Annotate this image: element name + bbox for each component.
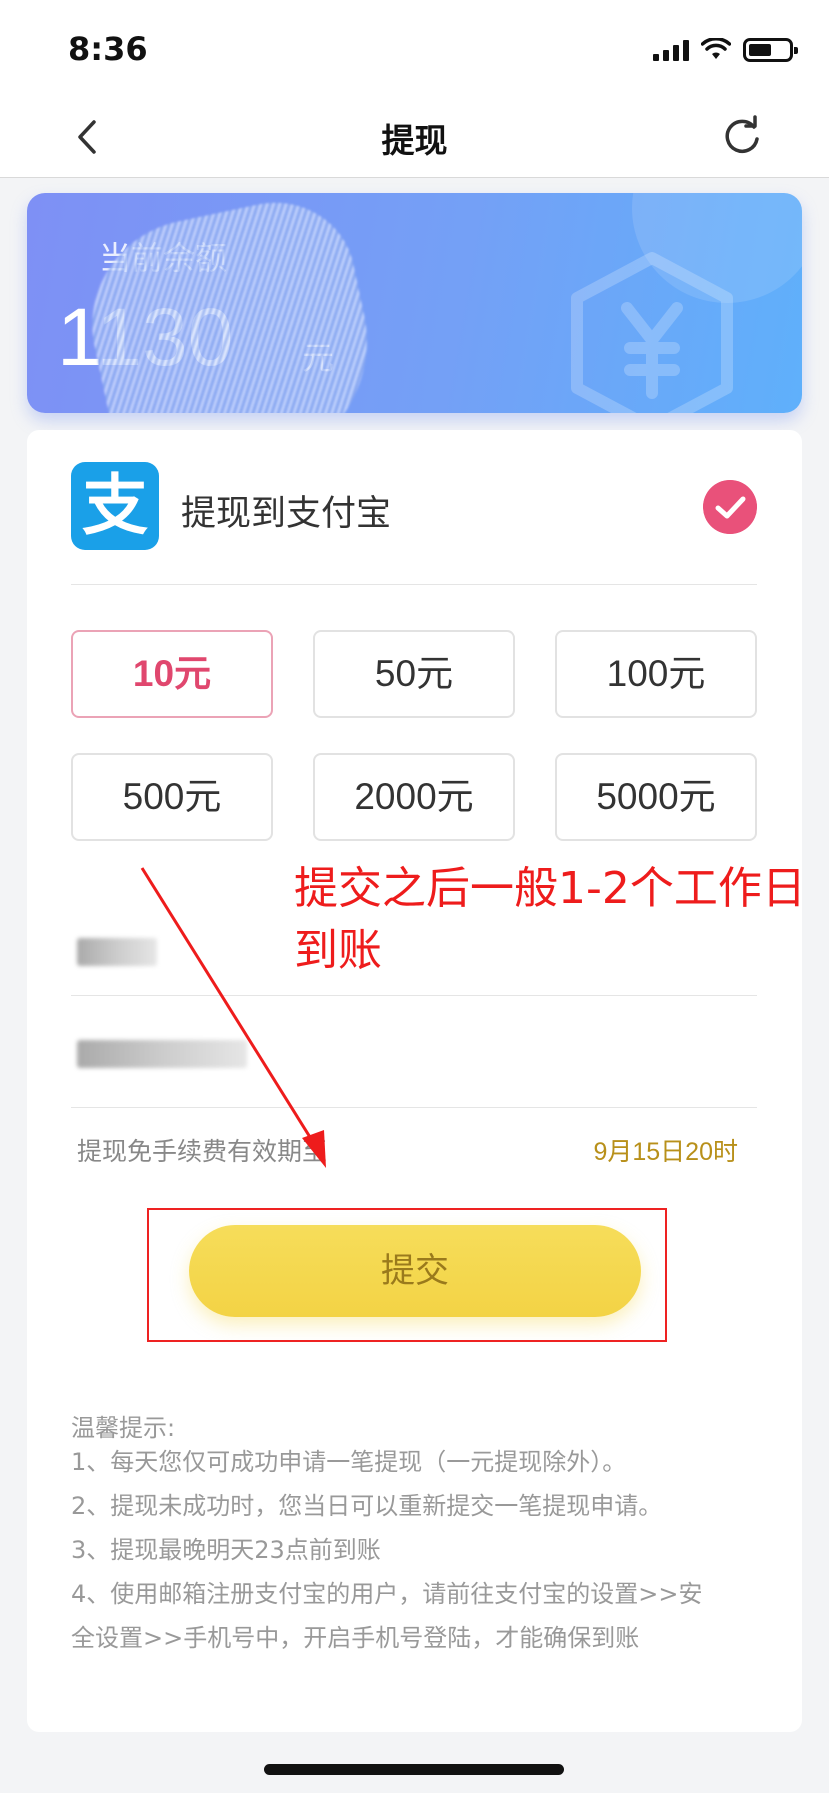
tip-item: 1、每天您仅可成功申请一笔提现（一元提现除外）。	[71, 1448, 627, 1476]
payment-method-label: 提现到支付宝	[181, 494, 392, 534]
checkmark-icon[interactable]	[703, 480, 757, 534]
alipay-icon: 支	[71, 462, 159, 550]
amount-option-500[interactable]: 500元	[71, 753, 273, 841]
masked-name-field	[77, 938, 157, 966]
tips-title: 温馨提示:	[71, 1414, 176, 1442]
tip-item: 4、使用邮箱注册支付宝的用户，请前往支付宝的设置>>安	[71, 1580, 703, 1608]
balance-card: 当前余额 1130 元	[27, 193, 802, 413]
refresh-icon[interactable]	[717, 112, 767, 162]
divider	[71, 584, 757, 585]
amount-option-2000[interactable]: 2000元	[313, 753, 515, 841]
page-title: 提现	[381, 121, 448, 160]
tip-item: 全设置>>手机号中，开启手机号登陆，才能确保到账	[71, 1624, 640, 1652]
divider	[71, 995, 757, 996]
amount-option-5000[interactable]: 5000元	[555, 753, 757, 841]
signal-icon	[653, 39, 689, 61]
home-indicator[interactable]	[264, 1764, 564, 1775]
amount-option-50[interactable]: 50元	[313, 630, 515, 718]
tip-item: 3、提现最晚明天23点前到账	[71, 1536, 381, 1564]
status-time: 8:36	[68, 30, 148, 68]
fee-free-date: 9月15日20时	[593, 1138, 738, 1166]
divider	[71, 1107, 757, 1108]
annotation-highlight-box	[147, 1208, 667, 1342]
amount-option-10[interactable]: 10元	[71, 630, 273, 718]
wifi-icon	[701, 38, 731, 59]
masked-account-field	[77, 1040, 247, 1068]
tip-item: 2、提现未成功时，您当日可以重新提交一笔提现申请。	[71, 1492, 663, 1520]
nav-bar: 提现	[0, 100, 829, 178]
status-bar: 8:36	[0, 0, 829, 100]
redaction-scribble	[72, 193, 392, 413]
amount-option-100[interactable]: 100元	[555, 630, 757, 718]
annotation-text: 提交之后一般1-2个工作日 到账	[294, 858, 806, 982]
fee-free-label: 提现免手续费有效期至	[77, 1137, 328, 1166]
annotation-line-1: 提交之后一般1-2个工作日	[294, 863, 806, 914]
annotation-line-2: 到账	[294, 925, 382, 976]
battery-icon	[743, 38, 798, 62]
yuan-shield-icon	[571, 252, 733, 413]
status-icons	[653, 38, 798, 62]
withdraw-panel: 支 提现到支付宝 10元 50元 100元 500元 2000元 5000元 提…	[27, 430, 802, 1732]
